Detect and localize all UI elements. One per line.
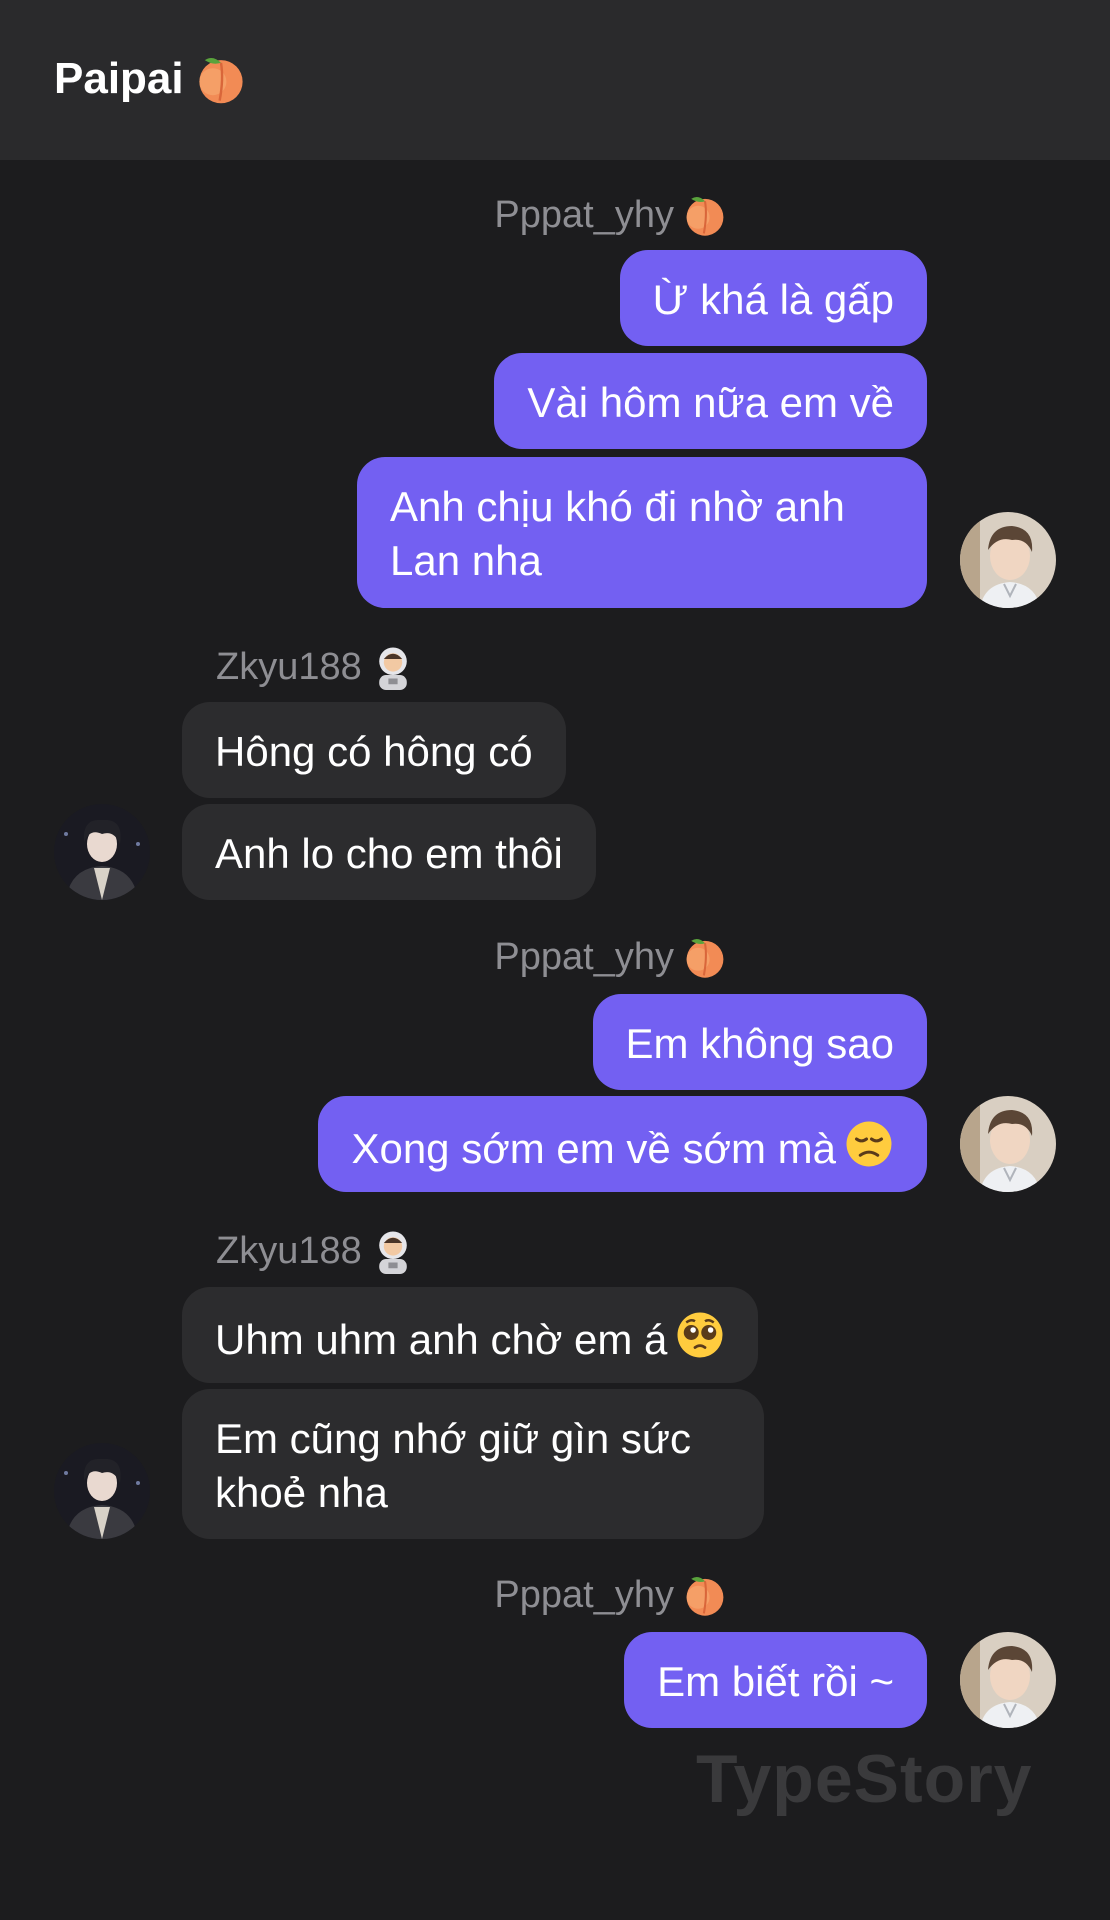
incoming-message-bubble[interactable]: Hông có hông có <box>182 702 566 798</box>
peach-emoji-icon <box>682 192 728 238</box>
peach-emoji-icon <box>194 52 248 106</box>
sender-name: Pppat_yhy <box>494 1572 728 1618</box>
sender-name: Zkyu188 <box>216 1228 416 1274</box>
outgoing-message-bubble[interactable]: Ừ khá là gấp <box>619 250 927 346</box>
sender-name: Pppat_yhy <box>494 192 728 238</box>
outgoing-message-bubble[interactable]: Vài hôm nữa em về <box>494 353 927 449</box>
sender-name: Pppat_yhy <box>494 934 728 980</box>
avatar-zkyu[interactable] <box>54 1443 150 1539</box>
chat-header: Paipai <box>0 0 1110 160</box>
chat-title-text: Paipai <box>54 54 184 103</box>
avatar-zkyu[interactable] <box>54 804 150 900</box>
disappointed-face-icon <box>844 1119 894 1182</box>
incoming-message-bubble[interactable]: Uhm uhm anh chờ em á <box>182 1287 759 1383</box>
watermark: TypeStory <box>696 1741 1033 1817</box>
avatar-pppat[interactable] <box>960 1096 1056 1192</box>
chat-title[interactable]: Paipai <box>54 52 248 106</box>
incoming-message-bubble[interactable]: Em cũng nhớ giữ gìn sức khoẻ nha <box>182 1389 764 1539</box>
pleading-face-icon <box>675 1310 725 1373</box>
outgoing-message-bubble[interactable]: Xong sớm em về sớm mà <box>318 1096 927 1192</box>
astronaut-emoji-icon <box>370 1228 416 1274</box>
outgoing-message-bubble[interactable]: Em không sao <box>592 994 927 1090</box>
incoming-message-bubble[interactable]: Anh lo cho em thôi <box>182 804 596 900</box>
peach-emoji-icon <box>682 934 728 980</box>
astronaut-emoji-icon <box>370 644 416 690</box>
outgoing-message-bubble[interactable]: Em biết rồi ~ <box>624 1632 927 1728</box>
sender-name: Zkyu188 <box>216 644 416 690</box>
avatar-pppat[interactable] <box>960 512 1056 608</box>
avatar-pppat[interactable] <box>960 1632 1056 1728</box>
peach-emoji-icon <box>682 1572 728 1618</box>
outgoing-message-bubble[interactable]: Anh chịu khó đi nhờ anh Lan nha <box>357 457 927 608</box>
